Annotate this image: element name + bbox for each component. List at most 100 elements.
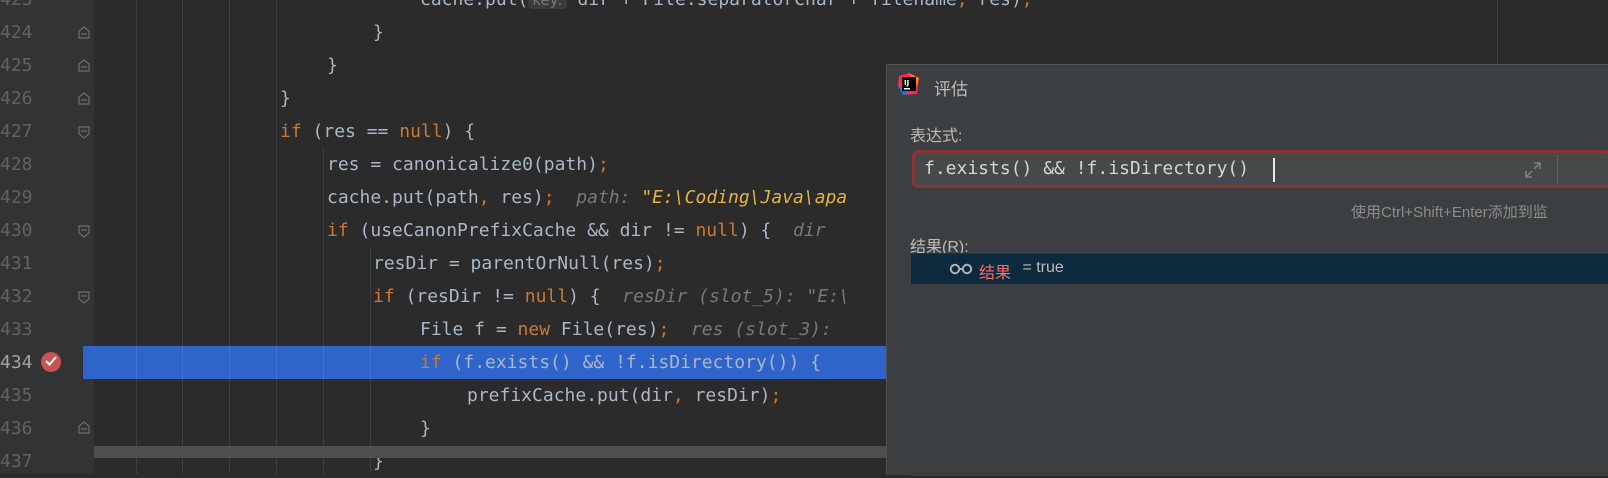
expression-input[interactable]: f.exists() && !f.isDirectory() [912,150,1608,188]
result-row[interactable]: 结果 = true [911,254,1608,284]
code-token: (f.exists() && !f.isDirectory()) { [441,352,821,373]
indent-guide [323,379,324,474]
code-token: if [280,121,302,142]
indent-guide [323,148,324,346]
line-number: 428 [0,154,33,175]
fold-end-icon[interactable] [77,26,91,40]
line-number-current: 434 [0,352,33,373]
inline-debug-value: resDir (slot_5): "E:\ [622,286,850,307]
code-token: ; [654,253,666,274]
code-line[interactable]: if (res == null) { [280,115,475,148]
inline-debug-value: res (slot_3): [690,319,832,340]
code-token: res = canonicalize0(path) [327,154,598,175]
code-token: new [517,319,551,340]
indent-guide [182,0,183,346]
result-value: = true [1018,259,1064,276]
breakpoint-icon[interactable] [41,352,61,372]
code-token: ) { [568,286,601,307]
watch-glasses-icon [949,263,973,275]
code-token: cache.put( [420,0,528,10]
code-token: null [524,286,569,307]
indent-guide [370,379,371,474]
code-token: res) [968,0,1021,10]
indent-guide [276,379,277,474]
indent-guide [229,346,230,379]
code-token: res) [489,187,544,208]
inline-debug-value: dir [793,220,826,241]
indent-guide [136,346,137,379]
fold-end-icon[interactable] [77,421,91,435]
add-to-watches-hint: 使用Ctrl+Shift+Enter添加到监 [1351,204,1548,221]
indent-guide [136,0,137,346]
line-number: 424 [0,22,33,43]
code-line-current[interactable]: if (f.exists() && !f.isDirectory()) { [420,346,821,379]
fold-start-icon[interactable] [77,224,91,238]
fold-end-icon[interactable] [77,92,91,106]
fold-start-icon[interactable] [77,290,91,304]
code-line[interactable]: resDir = parentOrNull(res); [373,247,666,280]
code-token: cache.put(path [327,187,479,208]
code-line[interactable]: } [280,82,291,115]
code-token: (res == [301,121,400,142]
code-token: File f = [420,319,518,340]
svg-text:IJ: IJ [904,79,909,87]
code-line[interactable]: cache.put(key: dir + File.separatorChar … [420,0,1033,16]
code-token: , [478,187,490,208]
code-token: dir + File.separatorChar + filename [567,0,956,10]
code-token: if [420,352,442,373]
code-token: prefixCache.put(dir [467,385,673,406]
code-token: null [399,121,443,142]
line-number: 435 [0,385,33,406]
code-token: ; [1022,0,1033,10]
indent-guide [370,346,371,379]
code-token: null [695,220,739,241]
code-line[interactable]: if (useCanonPrefixCache && dir != null) … [327,214,826,247]
line-number: 437 [0,451,33,472]
code-token: if [373,286,395,307]
line-number: 423 [0,0,33,16]
indent-guide [370,247,371,346]
parameter-hint: key: [528,0,567,9]
code-token: ) { [738,220,772,241]
inline-debug-value: "E:\Coding\Java\apa [641,187,848,208]
expand-icon[interactable] [1524,161,1542,179]
code-token: (useCanonPrefixCache && dir != [348,220,696,241]
code-token: resDir = parentOrNull(res) [373,253,655,274]
expression-label: 表达式: [910,128,963,145]
indent-guide [182,346,183,379]
line-number: 436 [0,418,33,439]
line-number: 427 [0,121,33,142]
code-token: File(res) [550,319,659,340]
indent-guide [276,346,277,379]
editor-gutter: 423 424 425 426 427 428 429 430 431 432 … [0,0,94,474]
fold-end-icon[interactable] [77,59,91,73]
code-token: ; [543,187,555,208]
code-token: ) { [442,121,476,142]
code-line[interactable]: prefixCache.put(dir, resDir); [467,379,781,412]
code-line[interactable]: if (resDir != null) { resDir (slot_5): "… [373,280,850,313]
code-line[interactable]: File f = new File(res); res (slot_3): [420,313,832,346]
expression-text[interactable]: f.exists() && !f.isDirectory() [924,158,1249,179]
indent-guide [136,379,137,474]
line-number: 433 [0,319,33,340]
line-number: 425 [0,55,33,76]
result-name: 结果 [979,265,1012,282]
code-line[interactable]: res = canonicalize0(path); [327,148,609,181]
horizontal-scrollbar[interactable] [94,446,886,458]
fold-start-icon[interactable] [77,125,91,139]
indent-guide [323,346,324,379]
code-line[interactable]: } [420,412,431,445]
code-token: ; [597,154,609,175]
code-token: ; [658,319,670,340]
result-tree: 结果 = true [911,253,1608,476]
code-line[interactable]: cache.put(path, res); path: "E:\Coding\J… [327,181,847,214]
code-line[interactable]: } [373,16,384,49]
intellij-logo-icon: IJ [898,73,919,95]
code-token: (resDir != [394,286,525,307]
code-token: , [957,0,968,10]
code-line[interactable]: } [327,49,338,82]
line-number: 432 [0,286,33,307]
indent-guide [276,0,277,346]
code-token: ; [770,385,782,406]
line-number: 426 [0,88,33,109]
